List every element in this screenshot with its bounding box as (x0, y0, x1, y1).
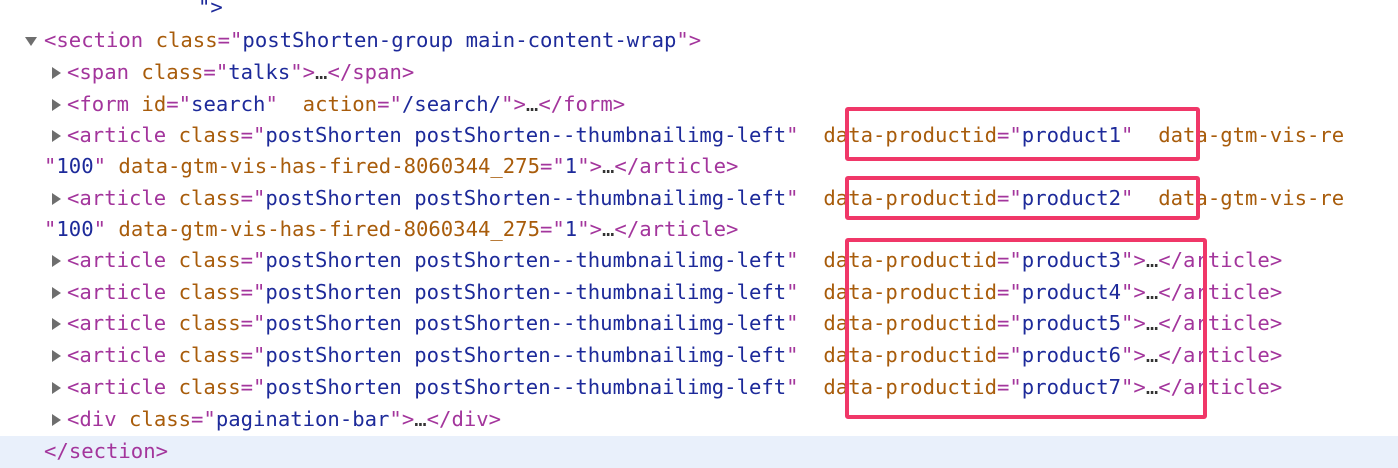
form-element[interactable]: <form id="search" action="/search/">…</f… (67, 89, 625, 121)
tree-row-fragment: "> (0, 0, 1398, 24)
attribute-value-fragment: "> (198, 0, 223, 19)
triangle-right-icon[interactable] (52, 382, 61, 394)
triangle-right-icon[interactable] (52, 350, 61, 362)
article-attributes-wrap[interactable]: "100" data-gtm-vis-has-fired-8060344_275… (44, 151, 738, 183)
triangle-right-icon[interactable] (52, 255, 61, 267)
triangle-right-icon[interactable] (52, 414, 61, 426)
triangle-right-icon[interactable] (52, 99, 61, 111)
section-close-tag[interactable]: </section> (44, 436, 168, 468)
triangle-right-icon[interactable] (52, 287, 61, 299)
triangle-right-icon[interactable] (52, 193, 61, 205)
triangle-down-icon[interactable] (25, 37, 37, 46)
elements-panel-tree: "> <section class="postShorten-group mai… (0, 0, 1398, 468)
triangle-right-icon[interactable] (52, 318, 61, 330)
highlight-box-products-3-7 (845, 238, 1207, 419)
span-element[interactable]: <span class="talks">…</span> (67, 57, 414, 89)
tree-row-section-close[interactable]: </section> (0, 436, 1398, 468)
section-open-tag[interactable]: <section class="postShorten-group main-c… (44, 25, 701, 57)
article-attributes-wrap[interactable]: "100" data-gtm-vis-has-fired-8060344_275… (44, 214, 738, 246)
triangle-right-icon[interactable] (52, 130, 61, 142)
triangle-right-icon[interactable] (52, 67, 61, 79)
highlight-box-product2 (845, 176, 1200, 220)
highlight-box-product1 (845, 107, 1200, 161)
tree-row-span[interactable]: <span class="talks">…</span> (0, 57, 1398, 89)
div-element[interactable]: <div class="pagination-bar">…</div> (67, 404, 501, 436)
tree-row-section[interactable]: <section class="postShorten-group main-c… (0, 25, 1398, 57)
